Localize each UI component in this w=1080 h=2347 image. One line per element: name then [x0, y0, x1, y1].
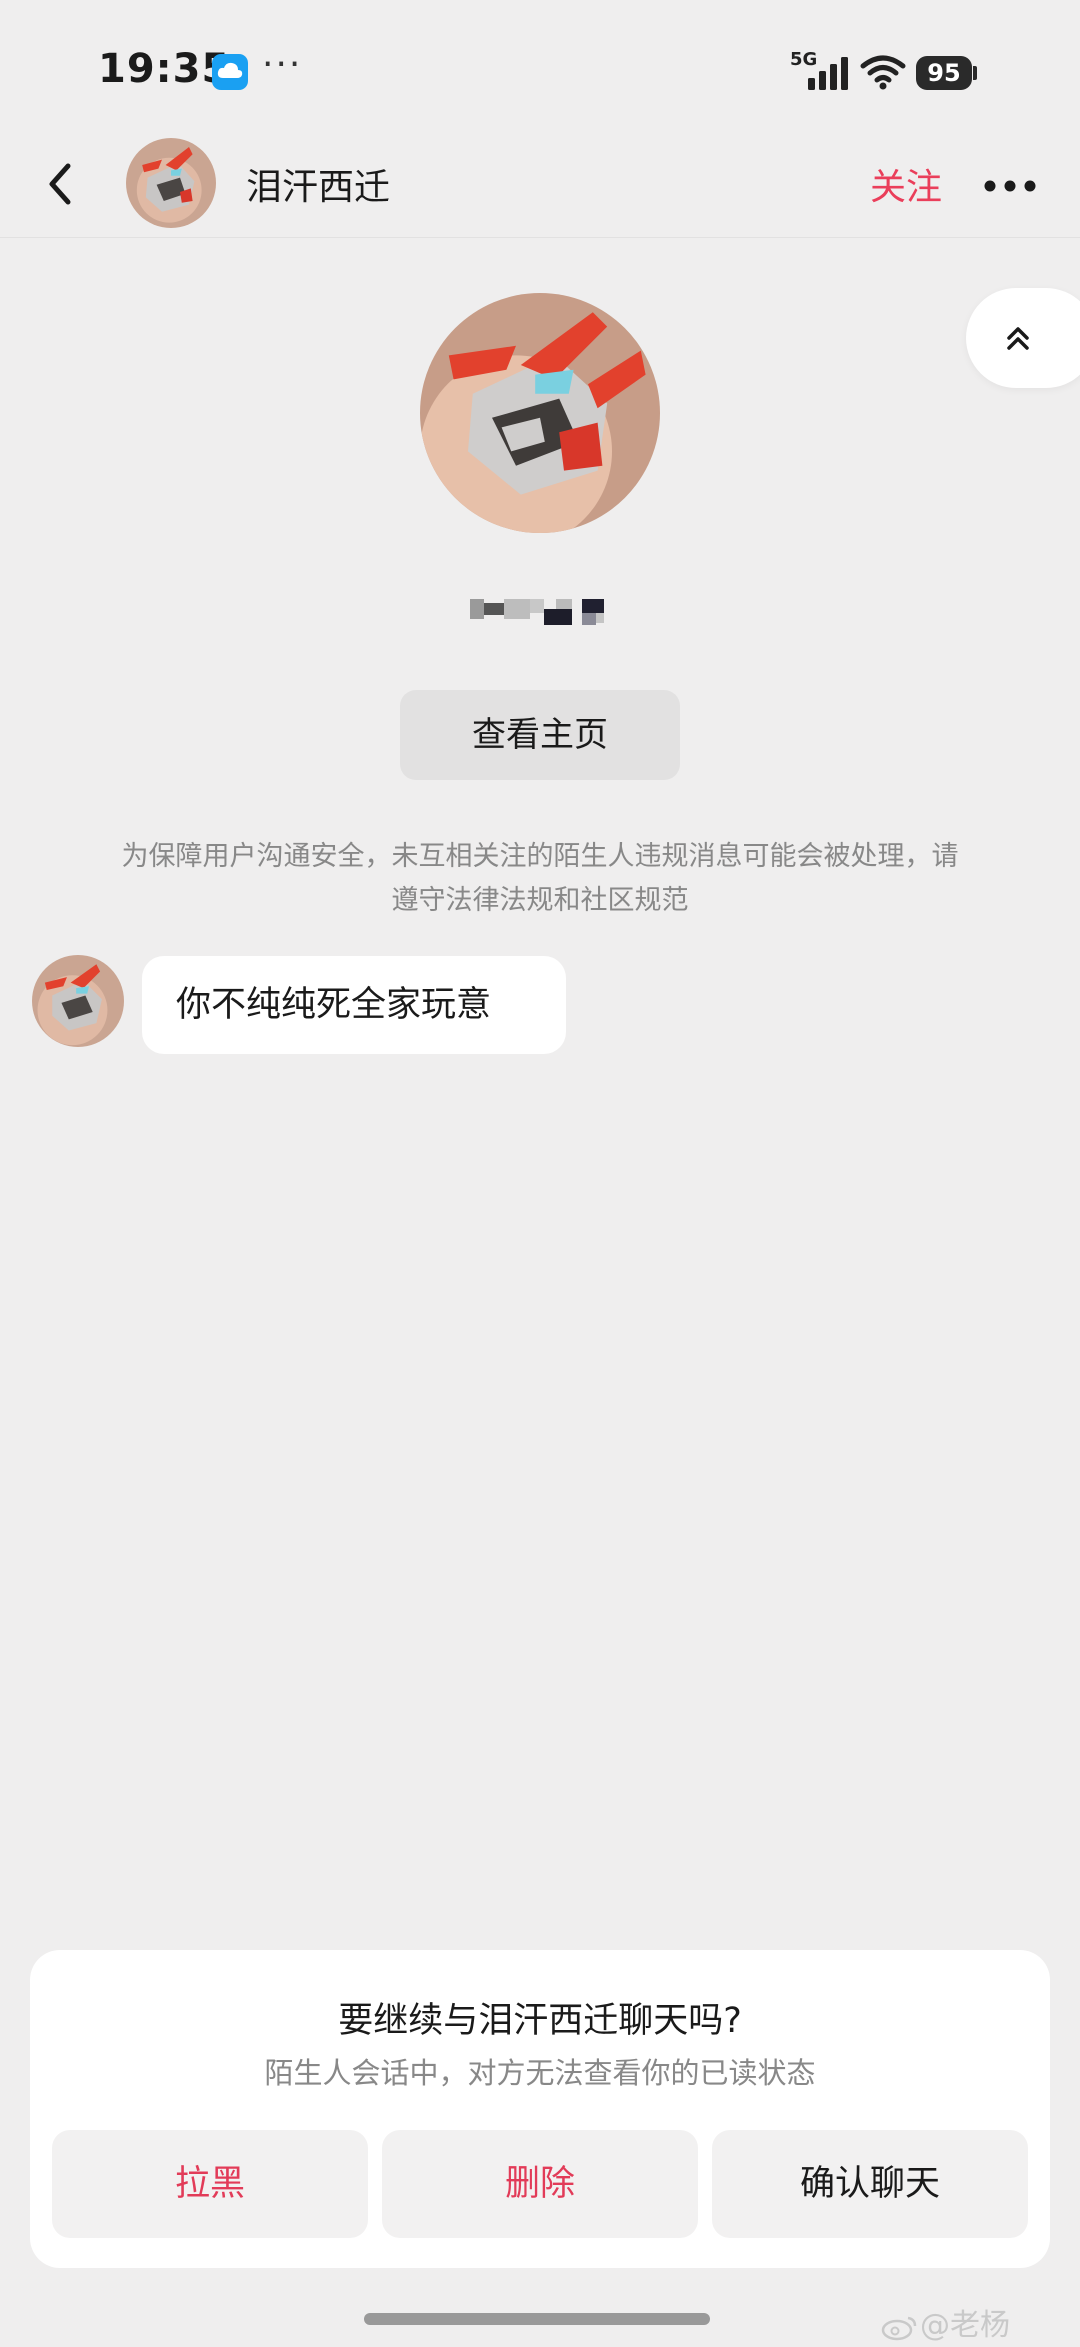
message-sender-avatar[interactable]: [32, 955, 124, 1047]
block-button[interactable]: 拉黑: [52, 2130, 368, 2238]
back-arrow-icon: [49, 163, 71, 205]
status-more-dots: ···: [262, 44, 303, 85]
more-options-button[interactable]: [980, 166, 1044, 206]
view-profile-button[interactable]: 查看主页: [400, 690, 680, 780]
header-avatar[interactable]: [126, 138, 216, 228]
message-bubble[interactable]: 你不纯纯死全家玩意: [142, 956, 566, 1054]
avatar-image: [420, 293, 660, 533]
profile-avatar[interactable]: [420, 293, 660, 533]
status-time: 19:35: [98, 46, 231, 92]
watermark: @老杨Ultra: [880, 2300, 1080, 2347]
cloud-app-icon: [212, 54, 248, 90]
status-bar: 19:35 ··· 5G 95: [0, 0, 1080, 130]
continue-chat-prompt: 要继续与泪汗西迁聊天吗? 陌生人会话中，对方无法查看你的已读状态 拉黑 删除 确…: [30, 1950, 1050, 2268]
double-chevron-up-icon: [1007, 327, 1029, 350]
avatar-image: [32, 955, 124, 1047]
prompt-subtitle: 陌生人会话中，对方无法查看你的已读状态: [264, 2056, 816, 2090]
prompt-title: 要继续与泪汗西迁聊天吗?: [338, 2001, 742, 2041]
delete-button[interactable]: 删除: [382, 2130, 698, 2238]
more-icon: [984, 180, 1036, 192]
follow-button[interactable]: 关注: [870, 158, 942, 210]
chat-screen: 19:35 ··· 5G 95 泪汗西迁 关注 查看主页 为保障用户沟通安全，未…: [0, 0, 1080, 2347]
chat-header: 泪汗西迁 关注: [0, 130, 1080, 238]
back-button[interactable]: [38, 156, 88, 212]
safety-notice: 为保障用户沟通安全，未互相关注的陌生人违规消息可能会被处理，请遵守法律法规和社区…: [121, 841, 959, 916]
chat-partner-name: 泪汗西迁: [246, 167, 391, 208]
scroll-to-top-button[interactable]: [966, 288, 1080, 388]
username-mosaic: [470, 599, 604, 625]
weibo-logo-icon: [881, 2316, 917, 2340]
home-indicator[interactable]: [364, 2313, 710, 2325]
signal-icon: [808, 57, 848, 90]
confirm-chat-button[interactable]: 确认聊天: [712, 2130, 1028, 2238]
wifi-icon: [860, 55, 906, 90]
battery-icon: 95: [916, 56, 972, 90]
battery-tip: [973, 66, 977, 80]
avatar-image: [126, 138, 216, 228]
